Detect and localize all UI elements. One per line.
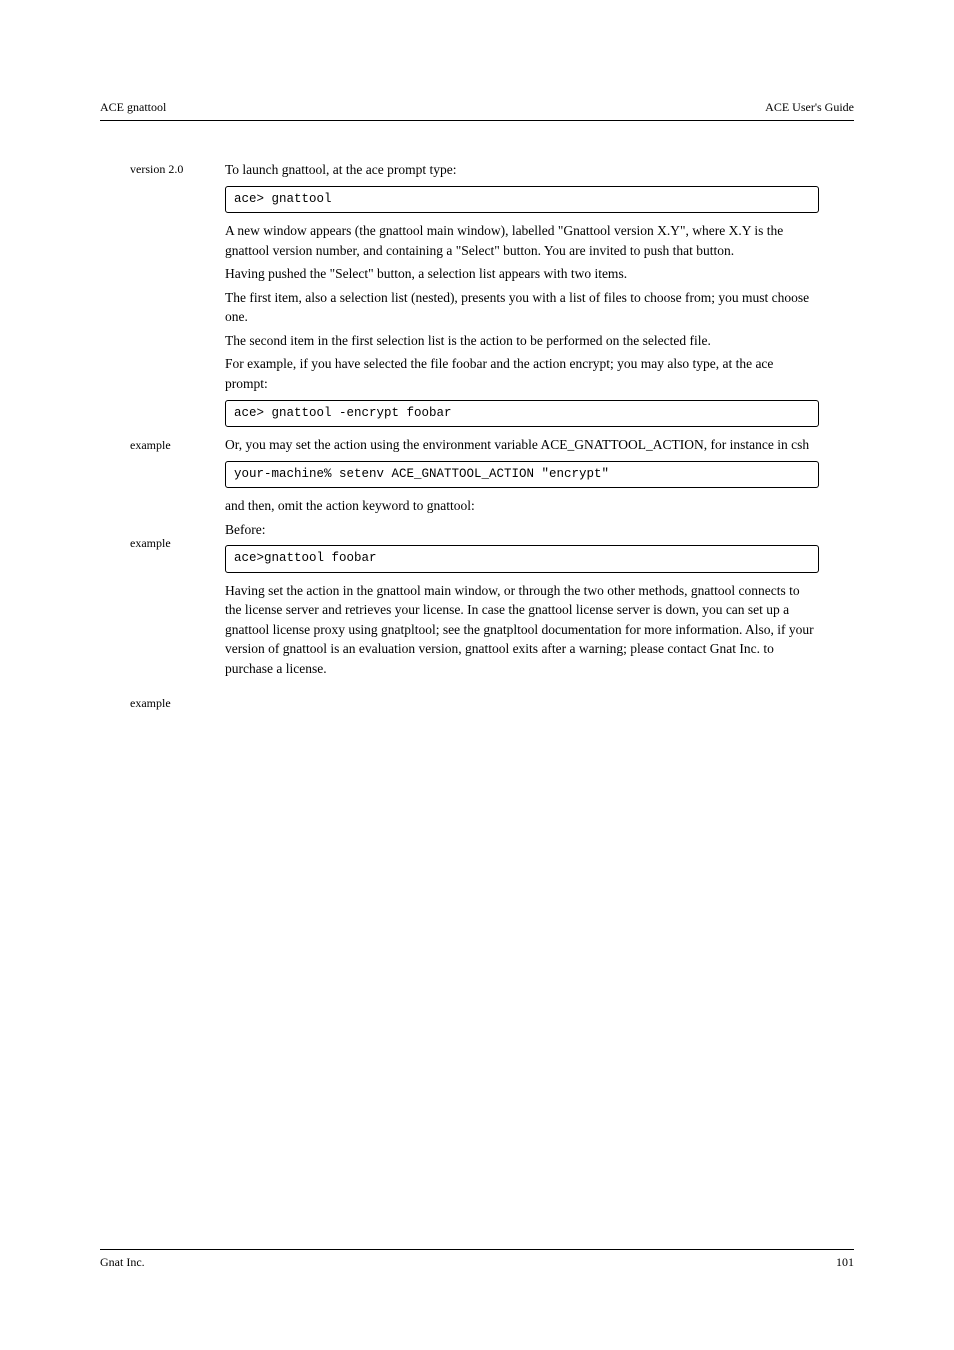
paragraph-license: Having set the action in the gnattool ma… bbox=[225, 581, 819, 679]
code-block-foobar: ace>gnattool foobar bbox=[225, 545, 819, 573]
side-label-example-1: example bbox=[130, 438, 171, 453]
paragraph-first-item: The first item, also a selection list (n… bbox=[225, 288, 819, 327]
code-block-encrypt: ace> gnattool -encrypt foobar bbox=[225, 400, 819, 428]
code-block-setenv: your-machine% setenv ACE_GNATTOOL_ACTION… bbox=[225, 461, 819, 489]
header-right: ACE User's Guide bbox=[765, 100, 854, 115]
content-column: To launch gnattool, at the ace prompt ty… bbox=[225, 160, 819, 683]
footer-left: Gnat Inc. bbox=[100, 1255, 145, 1270]
paragraph-example-intro: For example, if you have selected the fi… bbox=[225, 354, 819, 393]
paragraph-second-item: The second item in the first selection l… bbox=[225, 331, 819, 351]
paragraph-launch: To launch gnattool, at the ace prompt ty… bbox=[225, 160, 819, 180]
page: ACE gnattool ACE User's Guide version 2.… bbox=[0, 0, 954, 1350]
side-label-example-2: example bbox=[130, 536, 171, 551]
header-left: ACE gnattool bbox=[100, 100, 166, 115]
paragraph-select-list: Having pushed the "Select" button, a sel… bbox=[225, 264, 819, 284]
paragraph-omit-action: and then, omit the action keyword to gna… bbox=[225, 496, 819, 516]
paragraph-window-desc: A new window appears (the gnattool main … bbox=[225, 221, 819, 260]
paragraph-env-var: Or, you may set the action using the env… bbox=[225, 435, 819, 455]
footer-page-number: 101 bbox=[836, 1255, 854, 1270]
code-block-launch: ace> gnattool bbox=[225, 186, 819, 214]
header-rule bbox=[100, 120, 854, 121]
side-label-version: version 2.0 bbox=[130, 162, 183, 177]
paragraph-before: Before: bbox=[225, 520, 819, 540]
footer-rule bbox=[100, 1249, 854, 1250]
side-label-example-3: example bbox=[130, 696, 171, 711]
